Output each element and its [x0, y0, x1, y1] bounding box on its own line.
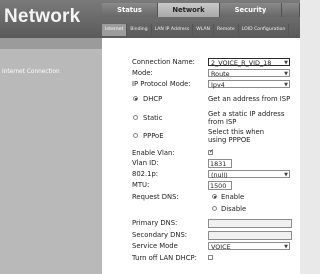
- dhcp-description: Get an address from ISP: [208, 95, 291, 103]
- mtu-label: MTU:: [132, 181, 150, 189]
- static-radio[interactable]: [133, 115, 138, 120]
- tab-next[interactable]: [282, 3, 300, 17]
- static-description: Get a static IP address from ISP: [208, 110, 285, 126]
- secondary-dns-label: Secondary DNS:: [132, 231, 188, 239]
- vlan-id-input[interactable]: 1831: [208, 159, 232, 168]
- pppoe-label: PPPoE: [143, 132, 164, 140]
- mode-label: Mode:: [132, 69, 153, 77]
- ip-protocol-mode-select[interactable]: Ipv4 ▼: [208, 80, 290, 89]
- chevron-down-icon: ▼: [284, 244, 288, 250]
- primary-dns-input[interactable]: [208, 219, 292, 228]
- subtab-binding[interactable]: Binding: [127, 24, 152, 36]
- subtab-wlan[interactable]: WLAN: [193, 24, 214, 36]
- dot1p-value: (null): [211, 171, 228, 179]
- sidebar: Internet Connection: [0, 38, 102, 274]
- service-mode-label: Service Mode: [132, 242, 178, 250]
- sidebar-header: [0, 38, 102, 49]
- page-title: Network: [4, 6, 81, 27]
- dot1p-select[interactable]: (null) ▼: [208, 170, 290, 179]
- pppoe-radio[interactable]: [133, 133, 138, 138]
- service-mode-value: VOICE: [211, 243, 231, 251]
- pppoe-description: Select this when using PPPOE: [208, 128, 265, 144]
- connection-name-select[interactable]: 2_VOICE_R_VID_18 ▼: [208, 58, 290, 67]
- service-mode-select[interactable]: VOICE ▼: [208, 242, 290, 251]
- static-label: Static: [143, 114, 163, 122]
- tab-security[interactable]: Security: [220, 3, 282, 17]
- primary-dns-label: Primary DNS:: [132, 219, 178, 227]
- dns-disable-label: Disable: [221, 205, 247, 213]
- connection-name-label: Connection Name:: [132, 58, 195, 66]
- mode-select[interactable]: Route ▼: [208, 69, 290, 78]
- connection-name-value: 2_VOICE_R_VID_18: [211, 59, 272, 67]
- dhcp-label: DHCP: [143, 95, 163, 103]
- chevron-down-icon: ▼: [284, 71, 288, 77]
- vlan-id-label: Vlan ID:: [132, 159, 159, 167]
- mode-value: Route: [211, 70, 230, 78]
- subtab-lan-ip-address[interactable]: LAN IP Address: [152, 24, 194, 36]
- subtab-remote[interactable]: Remote: [214, 24, 239, 36]
- dhcp-radio[interactable]: [133, 96, 138, 101]
- tab-status[interactable]: Status: [102, 3, 158, 17]
- dns-disable-radio[interactable]: [212, 206, 217, 211]
- turn-off-lan-dhcp-label: Turn off LAN DHCP:: [132, 254, 197, 262]
- sub-tab-bar: Internet Binding LAN IP Address WLAN Rem…: [102, 24, 300, 36]
- enable-vlan-label: Enable Vlan:: [132, 149, 175, 157]
- main-content: Connection Name: 2_VOICE_R_VID_18 ▼ Mode…: [102, 38, 300, 274]
- turn-off-lan-dhcp-checkbox[interactable]: [208, 255, 213, 260]
- main-tab-bar: Status Network Security: [102, 3, 300, 17]
- dns-enable-radio[interactable]: [212, 194, 217, 199]
- chevron-down-icon: ▼: [284, 172, 288, 178]
- dot1p-label: 802.1p:: [132, 170, 159, 178]
- subtab-loid-configuration[interactable]: LOID Configuration: [239, 24, 290, 36]
- tab-network[interactable]: Network: [158, 3, 220, 17]
- sidebar-item-internet-connection[interactable]: Internet Connection: [0, 66, 102, 78]
- subtab-internet[interactable]: Internet: [102, 24, 128, 36]
- secondary-dns-input[interactable]: [208, 231, 292, 240]
- top-header: Network Status Network Security Internet…: [0, 0, 300, 38]
- ip-protocol-mode-label: IP Protocol Mode:: [132, 80, 191, 88]
- chevron-down-icon: ▼: [284, 60, 288, 66]
- mtu-input[interactable]: 1500: [208, 181, 232, 190]
- request-dns-label: Request DNS:: [132, 193, 179, 201]
- ip-protocol-mode-value: Ipv4: [211, 81, 225, 89]
- dns-enable-label: Enable: [221, 193, 245, 201]
- enable-vlan-checkbox[interactable]: [208, 148, 214, 155]
- chevron-down-icon: ▼: [284, 82, 288, 88]
